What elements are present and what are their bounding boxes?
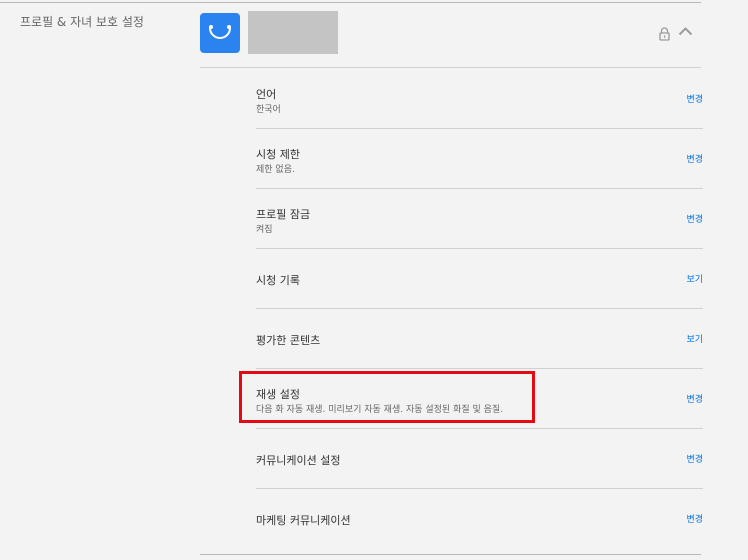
top-divider [0, 2, 701, 3]
row-title: 평가한 콘텐츠 [256, 334, 321, 347]
row-title: 언어 [256, 88, 277, 101]
settings-row-marketing: 마케팅 커뮤니케이션 변경 [256, 489, 703, 549]
settings-row-communication: 커뮤니케이션 설정 변경 [256, 429, 703, 489]
chevron-up-icon[interactable] [678, 26, 693, 36]
view-ratings-link[interactable]: 보기 [686, 332, 703, 345]
change-language-link[interactable]: 변경 [686, 92, 703, 105]
row-title: 마케팅 커뮤니케이션 [256, 514, 351, 527]
settings-row-profile-lock: 프로필 잠금 켜짐 변경 [256, 189, 703, 249]
profile-divider [200, 67, 701, 68]
row-subtitle: 켜짐 [256, 225, 273, 235]
profile-avatar[interactable] [200, 13, 240, 53]
settings-row-viewing-activity: 시청 기록 보기 [256, 249, 703, 309]
change-profile-lock-link[interactable]: 변경 [686, 212, 703, 225]
row-title: 시청 제한 [256, 148, 300, 161]
change-restrictions-link[interactable]: 변경 [686, 152, 703, 165]
profile-name-placeholder [248, 11, 338, 54]
settings-row-ratings: 평가한 콘텐츠 보기 [256, 309, 703, 369]
change-playback-link[interactable]: 변경 [686, 392, 703, 405]
avatar-mouth [209, 28, 231, 39]
highlight-box [239, 371, 535, 423]
row-title: 커뮤니케이션 설정 [256, 454, 341, 467]
section-title: 프로필 & 자녀 보호 설정 [20, 15, 144, 29]
view-activity-link[interactable]: 보기 [686, 272, 703, 285]
change-communication-link[interactable]: 변경 [686, 452, 703, 465]
settings-row-viewing-restrictions: 시청 제한 제한 없음. 변경 [256, 129, 703, 189]
settings-row-language: 언어 한국어 변경 [256, 69, 703, 129]
lock-icon [659, 27, 670, 41]
row-subtitle: 한국어 [256, 105, 281, 115]
row-subtitle: 제한 없음. [256, 165, 295, 175]
row-title: 프로필 잠금 [256, 208, 311, 221]
bottom-divider [200, 554, 701, 555]
change-marketing-link[interactable]: 변경 [686, 512, 703, 525]
row-title: 시청 기록 [256, 274, 300, 287]
